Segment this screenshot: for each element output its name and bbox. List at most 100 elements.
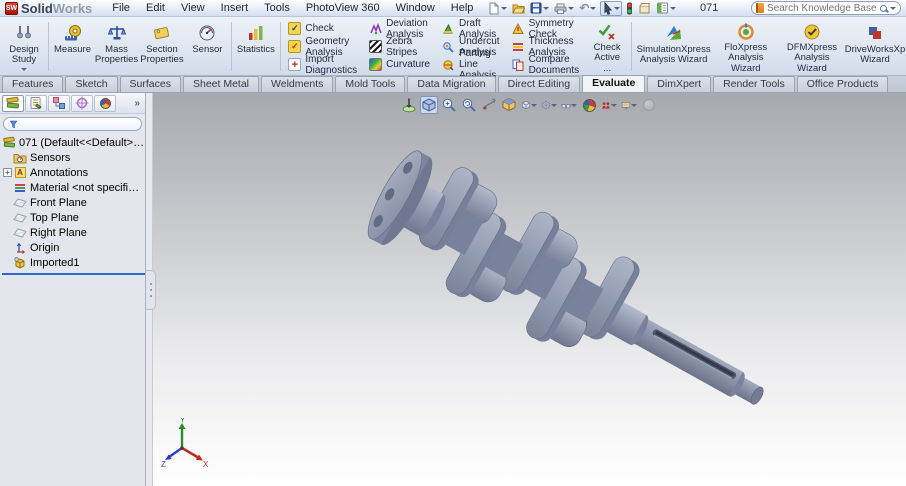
rollback-bar[interactable] xyxy=(2,273,145,275)
edit-appearance-icon[interactable] xyxy=(580,96,598,114)
origin-icon xyxy=(13,241,27,254)
parting-line-analysis-button[interactable]: Parting Line Analysis xyxy=(438,48,504,81)
new-document-button[interactable] xyxy=(487,1,508,16)
display-style-icon[interactable] xyxy=(520,96,538,114)
tree-item-front-plane[interactable]: Front Plane xyxy=(2,195,145,210)
select-button[interactable] xyxy=(600,0,623,16)
tab-office-products[interactable]: Office Products xyxy=(796,76,889,92)
zebra-stripes-icon xyxy=(369,40,383,53)
tab-sketch[interactable]: Sketch xyxy=(65,76,118,92)
statistics-label: Statistics xyxy=(236,44,275,55)
rebuild-button[interactable] xyxy=(625,1,634,16)
configuration-manager-icon xyxy=(53,97,65,109)
check-active-button[interactable]: Check Active ... xyxy=(585,19,629,79)
tab-features[interactable]: Features xyxy=(2,76,64,92)
splitter-handle[interactable] xyxy=(146,270,156,310)
tree-filter-row xyxy=(0,114,145,133)
tab-dimxpert[interactable]: DimXpert xyxy=(647,76,712,92)
tab-data-migration[interactable]: Data Migration xyxy=(407,76,496,92)
symmetry-check-button[interactable]: Symmetry Check xyxy=(508,18,584,40)
feature-manager-icon xyxy=(6,96,20,109)
view-setting-monitor-icon[interactable] xyxy=(620,96,638,114)
tree-item-sensors[interactable]: Sensors xyxy=(2,150,145,165)
save-button[interactable] xyxy=(529,1,550,16)
tab-sheet-metal[interactable]: Sheet Metal xyxy=(182,76,260,92)
tab-property-manager[interactable] xyxy=(25,94,47,112)
realview-icon[interactable] xyxy=(640,96,658,114)
mass-properties-button[interactable]: Mass Properties xyxy=(95,19,139,74)
menu-view[interactable]: View xyxy=(173,1,213,15)
previous-view-icon[interactable] xyxy=(460,96,478,114)
tab-surfaces[interactable]: Surfaces xyxy=(119,76,181,92)
geometry-analysis-button[interactable]: ✓ Geometry Analysis xyxy=(284,36,361,58)
floxpress-wizard-button[interactable]: FloXpress Analysis Wizard xyxy=(714,19,778,74)
measure-button[interactable]: Measure xyxy=(51,19,95,74)
tab-render-tools[interactable]: Render Tools xyxy=(713,76,795,92)
view-settings-icon[interactable] xyxy=(560,96,578,114)
apply-scene-icon[interactable] xyxy=(600,96,618,114)
model-crankshaft[interactable] xyxy=(153,93,906,486)
thickness-analysis-button[interactable]: Thickness Analysis xyxy=(508,36,584,58)
tab-display-manager[interactable] xyxy=(94,94,116,112)
tree-item-top-plane[interactable]: Top Plane xyxy=(2,210,145,225)
tree-item-annotations[interactable]: + A Annotations xyxy=(2,165,145,180)
tree-filter-input[interactable] xyxy=(3,117,142,131)
view-orientation-icon[interactable] xyxy=(500,96,518,114)
3d-drawing-view-icon[interactable] xyxy=(480,96,498,114)
menu-insert[interactable]: Insert xyxy=(213,1,257,15)
graphics-area[interactable]: Y X Z xyxy=(153,93,906,486)
statistics-icon xyxy=(246,22,266,44)
design-study-button[interactable]: Design Study xyxy=(2,19,46,74)
mass-properties-label: Mass Properties xyxy=(94,44,139,66)
tree-root-label: 071 (Default<<Default>_Display xyxy=(19,136,145,149)
deviation-analysis-button[interactable]: Deviation Analysis xyxy=(365,18,434,40)
expand-icon[interactable]: + xyxy=(3,168,12,177)
zoom-to-area-icon[interactable] xyxy=(440,96,458,114)
statistics-button[interactable]: Statistics xyxy=(234,19,278,74)
tab-mold-tools[interactable]: Mold Tools xyxy=(335,76,406,92)
menu-window[interactable]: Window xyxy=(388,1,443,15)
search-dropdown-icon[interactable] xyxy=(889,6,896,10)
menu-help[interactable]: Help xyxy=(443,1,482,15)
dfmxpress-wizard-button[interactable]: DFMXpress Analysis Wizard xyxy=(778,19,846,74)
deviation-analysis-icon xyxy=(369,22,382,35)
tab-direct-editing[interactable]: Direct Editing xyxy=(497,76,581,92)
tree-item-origin[interactable]: Origin xyxy=(2,240,145,255)
tree-root[interactable]: 071 (Default<<Default>_Display xyxy=(2,135,145,150)
zoom-to-fit-icon[interactable] xyxy=(420,96,438,114)
compare-documents-button[interactable]: Compare Documents xyxy=(508,54,584,76)
tree-item-imported1[interactable]: Imported1 xyxy=(2,255,145,270)
tree-item-material[interactable]: Material <not specified> xyxy=(2,180,145,195)
simulationxpress-wizard-button[interactable]: SimulationXpress Analysis Wizard xyxy=(634,19,714,74)
section-properties-button[interactable]: Section Properties xyxy=(139,19,186,74)
tab-weldments[interactable]: Weldments xyxy=(261,76,334,92)
tree-item-right-plane[interactable]: Right Plane xyxy=(2,225,145,240)
manager-tabs-more-icon[interactable]: » xyxy=(131,98,143,109)
tab-dimxpert-manager[interactable] xyxy=(71,94,93,112)
sensor-button[interactable]: Sensor xyxy=(185,19,229,74)
menu-edit[interactable]: Edit xyxy=(138,1,173,15)
hide-show-items-icon[interactable] xyxy=(540,96,558,114)
panel-splitter[interactable] xyxy=(146,93,156,486)
menu-photoview-360[interactable]: PhotoView 360 xyxy=(298,1,388,15)
search-input[interactable] xyxy=(766,2,877,14)
tab-configuration-manager[interactable] xyxy=(48,94,70,112)
menu-file[interactable]: File xyxy=(104,1,138,15)
driveworksxpress-wizard-button[interactable]: DriveWorksXp Wizard xyxy=(845,19,905,74)
print-button[interactable] xyxy=(553,1,575,16)
knowledge-base-search[interactable] xyxy=(750,1,901,15)
draft-analysis-button[interactable]: Draft Analysis xyxy=(438,18,504,40)
open-button[interactable] xyxy=(511,1,526,16)
menu-tools[interactable]: Tools xyxy=(256,1,298,15)
curvature-button[interactable]: Curvature xyxy=(365,56,434,73)
check-button[interactable]: ✓ Check xyxy=(284,20,361,37)
import-diagnostics-button[interactable]: + Import Diagnostics xyxy=(284,54,361,76)
tab-evaluate[interactable]: Evaluate xyxy=(582,75,646,92)
zebra-stripes-button[interactable]: Zebra Stripes xyxy=(365,36,434,58)
tab-feature-manager[interactable] xyxy=(2,94,24,112)
undo-button[interactable]: ↶ xyxy=(578,1,597,16)
normal-to-icon[interactable] xyxy=(400,96,418,114)
options-button[interactable] xyxy=(655,1,677,16)
measure-label: Measure xyxy=(54,44,91,55)
file-properties-button[interactable] xyxy=(637,1,652,16)
